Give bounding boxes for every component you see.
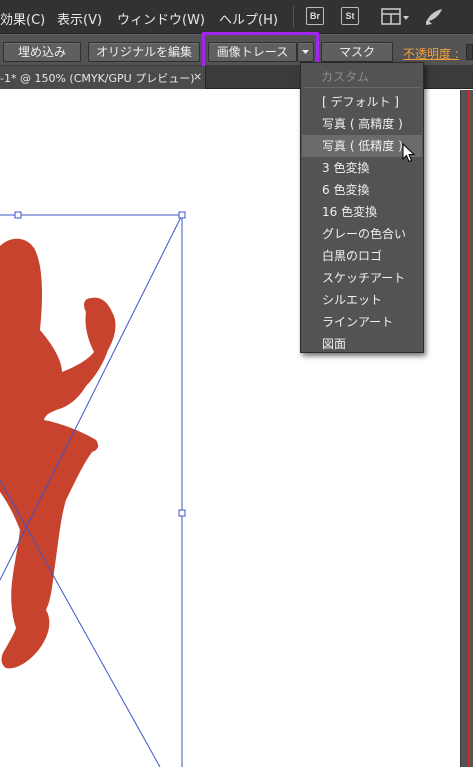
preset-high-fidelity-photo[interactable]: 写真 ( 高精度 ): [302, 113, 422, 135]
selection-handle: [178, 211, 186, 219]
preset-technical-drawing[interactable]: 図面: [302, 333, 422, 355]
document-tab[interactable]: -1* @ 150% (CMYK/GPU プレビュー) ×: [0, 66, 206, 89]
menu-bar: 効果(C) 表示(V) ウィンドウ(W) ヘルプ(H) Br St: [0, 0, 473, 34]
opacity-label[interactable]: 不透明度 :: [403, 45, 459, 62]
silhouette-figure: [0, 238, 116, 669]
close-icon[interactable]: ×: [193, 70, 202, 83]
preset-black-and-white-logo[interactable]: 白黒のロゴ: [302, 245, 422, 267]
menu-divider: [303, 87, 421, 88]
mask-button[interactable]: マスク: [321, 42, 393, 62]
bridge-icon[interactable]: Br: [306, 7, 324, 25]
preset-16-colors[interactable]: 16 色変換: [302, 201, 422, 223]
artboard-bleed-line: [468, 90, 470, 767]
menu-effect[interactable]: 効果(C): [0, 9, 45, 28]
menu-window[interactable]: ウィンドウ(W): [117, 9, 205, 28]
trace-preset-menu: カスタム [ デフォルト ] 写真 ( 高精度 ) 写真 ( 低精度 ) 3 色…: [300, 62, 424, 353]
menu-separator: [293, 6, 294, 28]
document-tab-title: -1* @ 150% (CMYK/GPU プレビュー): [0, 72, 195, 85]
preset-line-art[interactable]: ラインアート: [302, 311, 422, 333]
workspace-layout-icon[interactable]: [381, 7, 411, 27]
menu-header-custom: カスタム: [321, 70, 370, 84]
preset-default[interactable]: [ デフォルト ]: [302, 91, 422, 113]
menu-help[interactable]: ヘルプ(H): [219, 9, 278, 28]
mouse-pointer-icon: [402, 142, 416, 166]
menu-view[interactable]: 表示(V): [57, 9, 102, 28]
preset-shades-of-gray[interactable]: グレーの色合い: [302, 223, 422, 245]
right-panel-edge: [460, 90, 473, 767]
preset-sketched-art[interactable]: スケッチアート: [302, 267, 422, 289]
selection-handle: [14, 211, 22, 219]
selection-handle: [178, 509, 186, 517]
stock-icon[interactable]: St: [341, 7, 359, 25]
opacity-field[interactable]: [466, 44, 473, 60]
sync-icon[interactable]: [423, 7, 445, 27]
embed-button[interactable]: 埋め込み: [3, 42, 81, 62]
preset-6-colors[interactable]: 6 色変換: [302, 179, 422, 201]
preset-silhouettes[interactable]: シルエット: [302, 289, 422, 311]
edit-original-button[interactable]: オリジナルを編集: [88, 42, 200, 62]
